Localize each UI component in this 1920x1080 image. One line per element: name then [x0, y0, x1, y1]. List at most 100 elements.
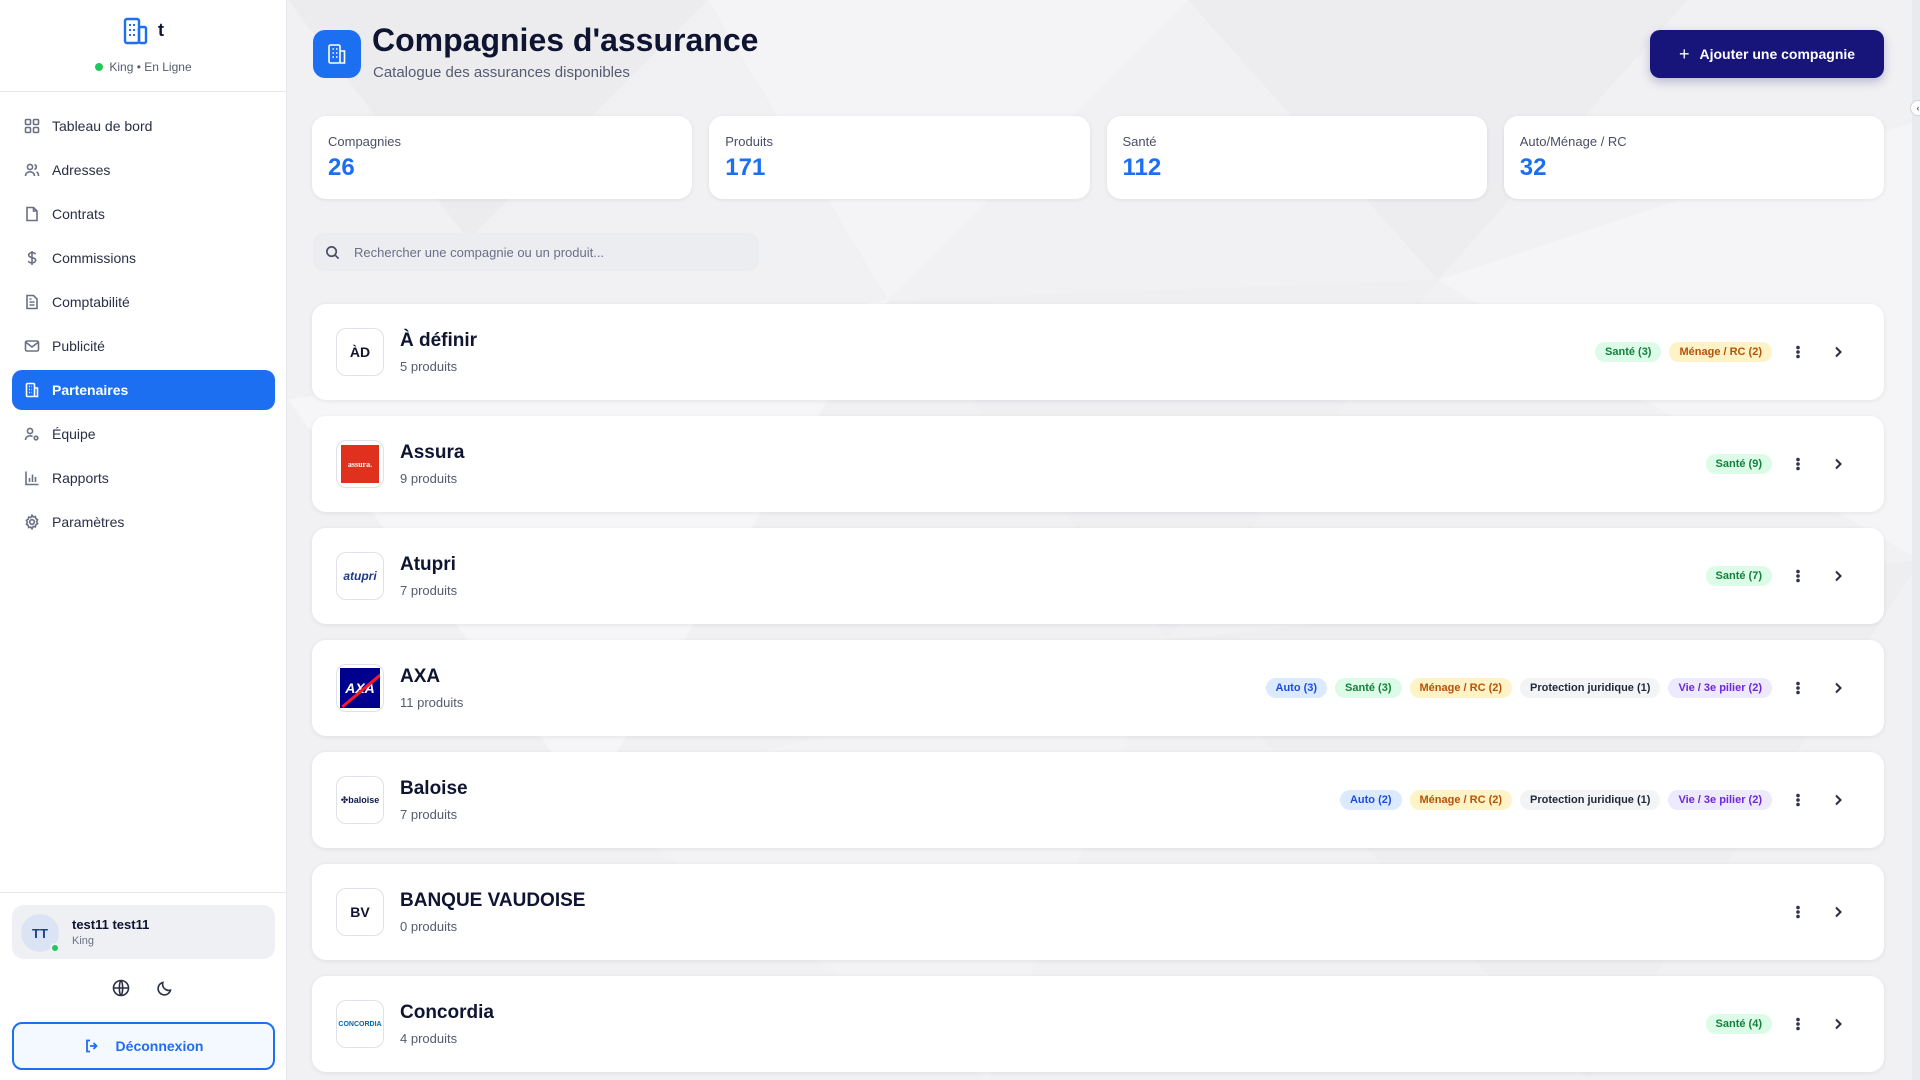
page-title: Compagnies d'assurance — [372, 22, 759, 58]
more-options-icon[interactable] — [1788, 566, 1808, 586]
stat-card-products: Produits 171 — [709, 116, 1090, 199]
category-badge: Auto (3) — [1265, 678, 1328, 698]
chevron-right-icon[interactable] — [1828, 902, 1848, 922]
more-options-icon[interactable] — [1788, 1014, 1808, 1034]
nav-label: Rapports — [52, 470, 109, 486]
category-badge: Santé (9) — [1705, 454, 1772, 474]
dollar-icon — [27, 251, 37, 265]
company-name: BANQUE VAUDOISE — [400, 890, 586, 911]
category-badge: Vie / 3e pilier (2) — [1668, 678, 1772, 698]
company-name: À définir — [400, 330, 478, 351]
tag-list: Santé (4) — [1705, 1014, 1772, 1034]
company-row[interactable]: atupri Atupri 7 produits Santé (7) — [312, 528, 1884, 624]
collapse-chevron-icon[interactable]: ‹ — [1910, 100, 1920, 116]
company-row[interactable]: CONCORDIA Concordia 4 produits Santé (4) — [312, 976, 1884, 1072]
page-icon — [313, 30, 361, 78]
company-row[interactable]: AXA AXA 11 produits Auto (3) Santé (3) M… — [312, 640, 1884, 736]
sidebar-footer: TT test11 test11 King Déconnexion — [0, 892, 287, 1080]
nav-item-partners[interactable]: Partenaires — [12, 370, 275, 410]
logo-initials: ÀD — [349, 344, 371, 360]
category-badge: Auto (2) — [1339, 790, 1402, 810]
category-badge: Ménage / RC (2) — [1409, 790, 1513, 810]
more-options-icon[interactable] — [1788, 790, 1808, 810]
building-icon — [328, 44, 346, 64]
building-icon — [25, 382, 39, 398]
search-input[interactable] — [354, 244, 754, 260]
tag-list: Auto (2) Ménage / RC (2) Protection juri… — [1339, 790, 1772, 810]
nav-item-contracts[interactable]: Contrats — [12, 194, 275, 234]
nav-item-team[interactable]: Équipe — [12, 414, 275, 454]
nav-item-addresses[interactable]: Adresses — [12, 150, 275, 190]
company-name: AXA — [400, 666, 441, 687]
category-badge: Protection juridique (1) — [1520, 678, 1661, 698]
axa-logo: AXA — [340, 668, 380, 708]
more-options-icon[interactable] — [1788, 902, 1808, 922]
logout-icon — [85, 1039, 98, 1053]
company-logo: ÀD — [336, 328, 384, 376]
tag-list: Santé (7) — [1705, 566, 1772, 586]
bar-chart-icon — [25, 471, 39, 486]
tag-list: Santé (3) Ménage / RC (2) — [1595, 342, 1772, 362]
moon-icon[interactable] — [156, 979, 176, 999]
category-badge: Ménage / RC (2) — [1409, 678, 1513, 698]
building-logo-icon — [123, 17, 148, 45]
category-badge: Santé (3) — [1335, 678, 1402, 698]
stat-value: 171 — [725, 154, 766, 181]
user-card[interactable]: TT test11 test11 King — [12, 905, 275, 959]
company-row[interactable]: BV BANQUE VAUDOISE 0 produits — [312, 864, 1884, 960]
nav-item-settings[interactable]: Paramètres — [12, 502, 275, 542]
assura-logo: assura. — [341, 445, 379, 483]
nav-item-reports[interactable]: Rapports — [12, 458, 275, 498]
nav-item-commissions[interactable]: Commissions — [12, 238, 275, 278]
nav-item-dashboard[interactable]: Tableau de bord — [12, 106, 275, 146]
company-name: Atupri — [400, 554, 456, 575]
user-role: King — [72, 935, 95, 947]
company-row[interactable]: ÀD À définir 5 produits Santé (3) Ménage… — [312, 304, 1884, 400]
logout-button[interactable]: Déconnexion — [12, 1022, 275, 1070]
nav-label: Équipe — [52, 426, 96, 442]
atupri-logo: atupri — [343, 569, 377, 583]
tag-list: Auto (3) Santé (3) Ménage / RC (2) Prote… — [1265, 678, 1772, 698]
add-company-button[interactable]: + Ajouter une compagnie — [1650, 30, 1884, 78]
stat-label: Santé — [1122, 134, 1157, 149]
nav-item-advertising[interactable]: Publicité — [12, 326, 275, 366]
chevron-right-icon[interactable] — [1828, 678, 1848, 698]
brand-header: t King • En Ligne — [0, 0, 286, 92]
globe-icon[interactable] — [112, 979, 132, 999]
status-text: King • En Ligne — [109, 60, 192, 74]
nav-item-accounting[interactable]: Comptabilité — [12, 282, 275, 322]
more-options-icon[interactable] — [1788, 342, 1808, 362]
chevron-right-icon[interactable] — [1828, 566, 1848, 586]
nav-label: Paramètres — [52, 514, 125, 530]
online-status: King • En Ligne — [0, 60, 287, 74]
nav-label: Publicité — [52, 338, 105, 354]
search-icon — [326, 245, 340, 259]
plus-icon: + — [1678, 43, 1690, 64]
company-name: Baloise — [400, 778, 468, 799]
product-count: 4 produits — [400, 1031, 458, 1046]
category-badge: Vie / 3e pilier (2) — [1668, 790, 1772, 810]
scrollbar[interactable] — [1912, 0, 1920, 1080]
more-options-icon[interactable] — [1788, 454, 1808, 474]
company-name: Assura — [400, 442, 465, 463]
chevron-right-icon[interactable] — [1828, 1014, 1848, 1034]
chevron-right-icon[interactable] — [1828, 790, 1848, 810]
more-options-icon[interactable] — [1788, 678, 1808, 698]
nav-label: Commissions — [52, 250, 137, 266]
stat-label: Auto/Ménage / RC — [1519, 134, 1627, 149]
company-row[interactable]: ✤baloise Baloise 7 produits Auto (2) Mén… — [312, 752, 1884, 848]
chevron-right-icon[interactable] — [1828, 454, 1848, 474]
company-row[interactable]: assura. Assura 9 produits Santé (9) — [312, 416, 1884, 512]
stats-row: Compagnies 26 Produits 171 Santé 112 Aut… — [312, 116, 1884, 199]
brand-letter: t — [158, 20, 164, 40]
tag-list: Santé (9) — [1705, 454, 1772, 474]
chevron-right-icon[interactable] — [1828, 342, 1848, 362]
product-count: 0 produits — [400, 919, 458, 934]
logo-initials: BV — [350, 904, 370, 920]
company-logo: atupri — [336, 552, 384, 600]
online-dot-icon — [50, 943, 60, 953]
gear-icon — [25, 514, 39, 530]
logout-label: Déconnexion — [115, 1038, 204, 1054]
product-count: 11 produits — [400, 695, 464, 710]
category-badge: Santé (7) — [1705, 566, 1772, 586]
